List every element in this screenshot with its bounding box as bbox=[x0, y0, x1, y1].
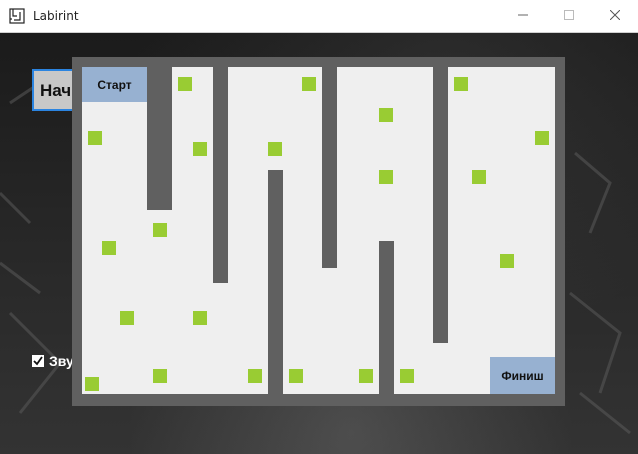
sound-checkbox[interactable] bbox=[32, 355, 44, 367]
maze-wall bbox=[147, 67, 172, 210]
coin bbox=[102, 241, 116, 255]
coin bbox=[535, 131, 549, 145]
coin bbox=[248, 369, 262, 383]
maze-wall bbox=[433, 67, 448, 343]
coin bbox=[379, 108, 393, 122]
close-icon bbox=[609, 7, 621, 25]
maximize-button[interactable] bbox=[546, 0, 592, 32]
sound-toggle[interactable]: Зву bbox=[32, 353, 74, 369]
coin bbox=[193, 142, 207, 156]
coin bbox=[178, 77, 192, 91]
coin bbox=[268, 142, 282, 156]
coin bbox=[85, 377, 99, 391]
start-zone: Старт bbox=[82, 67, 147, 102]
maximize-icon bbox=[564, 7, 574, 25]
coin bbox=[88, 131, 102, 145]
sound-label: Зву bbox=[49, 353, 74, 369]
maze-wall bbox=[213, 67, 228, 283]
minimize-button[interactable] bbox=[500, 0, 546, 32]
maze-floor: Старт Финиш bbox=[82, 67, 555, 394]
client-area: Нач Зву Старт Финиш bbox=[0, 33, 638, 454]
coin bbox=[500, 254, 514, 268]
coin bbox=[472, 170, 486, 184]
finish-zone: Финиш bbox=[490, 357, 555, 394]
coin bbox=[302, 77, 316, 91]
coin bbox=[120, 311, 134, 325]
coin bbox=[359, 369, 373, 383]
maze-board: Старт Финиш bbox=[72, 57, 565, 406]
coin bbox=[153, 223, 167, 237]
maze-wall bbox=[322, 67, 337, 268]
coin bbox=[153, 369, 167, 383]
checkmark-icon bbox=[33, 356, 43, 366]
maze-app-icon bbox=[9, 8, 25, 24]
maze-wall bbox=[268, 170, 283, 394]
title-bar: Labirint bbox=[0, 0, 638, 33]
maze-wall bbox=[379, 241, 394, 394]
coin bbox=[454, 77, 468, 91]
close-button[interactable] bbox=[592, 0, 638, 32]
coin bbox=[379, 170, 393, 184]
minimize-icon bbox=[518, 7, 528, 25]
window-title: Labirint bbox=[33, 9, 79, 23]
coin bbox=[193, 311, 207, 325]
coin bbox=[400, 369, 414, 383]
coin bbox=[289, 369, 303, 383]
